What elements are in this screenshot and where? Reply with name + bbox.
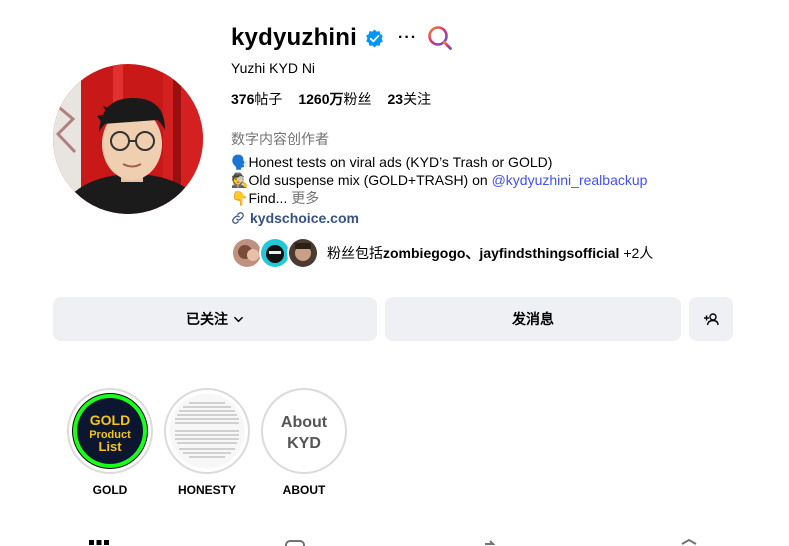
highlight-about-ring: About KYD bbox=[261, 388, 347, 474]
posts-stat[interactable]: 376帖子 bbox=[231, 89, 282, 109]
add-user-icon bbox=[704, 313, 719, 326]
highlight-gold-label: GOLD bbox=[92, 483, 128, 497]
website-link[interactable]: kydschoice.com bbox=[231, 210, 751, 226]
grid-icon[interactable] bbox=[87, 538, 111, 546]
link-icon bbox=[232, 212, 244, 224]
profile-info: kydyuzhini ··· Yuzhi KYD Ni 376帖子 1260万粉… bbox=[231, 20, 751, 226]
reels-icon[interactable] bbox=[283, 538, 307, 546]
followed-by-names: zombiegogo、jayfindsthingsofficial bbox=[383, 245, 620, 261]
highlight-about-cover: About KYD bbox=[266, 393, 342, 469]
bio-line-2: 🕵️Old suspense mix (GOLD+TRASH) on @kydy… bbox=[231, 171, 751, 189]
followed-by-suffix: +2人 bbox=[619, 245, 654, 261]
posts-count: 376 bbox=[231, 91, 255, 107]
following-stat[interactable]: 23关注 bbox=[388, 89, 432, 109]
bio-line-1-text: Honest tests on viral ads (KYD’s Trash o… bbox=[248, 154, 553, 170]
followers-count: 1260万 bbox=[298, 91, 344, 107]
posts-label: 帖子 bbox=[254, 91, 283, 107]
search-icon[interactable] bbox=[427, 25, 453, 51]
highlight-honesty-ring bbox=[164, 388, 250, 474]
profile-category: 数字内容创作者 bbox=[231, 131, 329, 147]
followers-label: 粉丝 bbox=[343, 91, 372, 107]
bio-more-button[interactable]: 更多 bbox=[291, 190, 319, 206]
chevron-down-icon bbox=[234, 316, 243, 322]
highlight-honesty[interactable]: HONESTY bbox=[163, 388, 251, 497]
pointing-down-icon: 👇 bbox=[231, 190, 249, 206]
website-link-text: kydschoice.com bbox=[250, 210, 359, 226]
bio-line-2-text: Old suspense mix (GOLD+TRASH) on bbox=[248, 172, 492, 188]
followed-by-row[interactable]: 粉丝包括zombiegogo、jayfindsthingsofficial +2… bbox=[231, 237, 653, 269]
message-button-label: 发消息 bbox=[512, 311, 554, 327]
profile-avatar[interactable] bbox=[53, 64, 203, 214]
highlight-gold[interactable]: GOLD Product List GOLD bbox=[66, 388, 154, 497]
following-count: 23 bbox=[387, 91, 404, 107]
svg-text:KYD: KYD bbox=[287, 435, 321, 452]
avatar-image bbox=[53, 64, 203, 214]
svg-text:About: About bbox=[281, 414, 328, 431]
followers-stat[interactable]: 1260万粉丝 bbox=[298, 89, 371, 109]
following-button-label: 已关注 bbox=[186, 311, 228, 327]
follower-avatar-3 bbox=[287, 237, 319, 269]
highlight-about[interactable]: About KYD ABOUT bbox=[260, 388, 348, 497]
tagged-icon[interactable] bbox=[677, 538, 701, 546]
username-row: kydyuzhini ··· bbox=[231, 20, 751, 56]
profile-tabs bbox=[53, 538, 733, 546]
message-button[interactable]: 发消息 bbox=[385, 297, 681, 341]
following-label: 关注 bbox=[403, 91, 432, 107]
highlight-honesty-label: HONESTY bbox=[177, 483, 236, 497]
followed-by-prefix: 粉丝包括 bbox=[327, 245, 383, 261]
svg-text:GOLD: GOLD bbox=[90, 412, 130, 428]
bio-line-3: 👇Find... 更多 bbox=[231, 189, 751, 207]
highlight-about-label: ABOUT bbox=[282, 483, 326, 497]
reposts-icon[interactable] bbox=[479, 538, 503, 546]
username: kydyuzhini bbox=[231, 24, 358, 51]
highlight-gold-ring: GOLD Product List bbox=[67, 388, 153, 474]
about-cover-image: About KYD bbox=[267, 394, 341, 468]
svg-text:List: List bbox=[98, 439, 122, 454]
followed-by-text: 粉丝包括zombiegogo、jayfindsthingsofficial +2… bbox=[327, 243, 653, 263]
honesty-cover-image bbox=[170, 394, 244, 468]
full-name: Yuzhi KYD Ni bbox=[231, 60, 316, 76]
profile-stats: 376帖子 1260万粉丝 23关注 bbox=[231, 89, 751, 109]
bio-line-1: 🗣️Honest tests on viral ads (KYD’s Trash… bbox=[231, 153, 751, 171]
bio-line-3-text: Find... bbox=[248, 190, 288, 206]
detective-icon: 🕵️ bbox=[231, 172, 249, 188]
more-options-icon[interactable]: ··· bbox=[398, 29, 417, 47]
gold-cover-image: GOLD Product List bbox=[73, 394, 147, 468]
bio-mention-link[interactable]: @kydyuzhini_realbackup bbox=[492, 172, 648, 188]
suggest-users-button[interactable] bbox=[689, 297, 733, 341]
following-button[interactable]: 已关注 bbox=[53, 297, 377, 341]
highlight-gold-cover: GOLD Product List bbox=[72, 393, 148, 469]
verified-badge-icon bbox=[366, 28, 383, 48]
speaking-head-icon: 🗣️ bbox=[231, 154, 249, 170]
highlight-honesty-cover bbox=[169, 393, 245, 469]
